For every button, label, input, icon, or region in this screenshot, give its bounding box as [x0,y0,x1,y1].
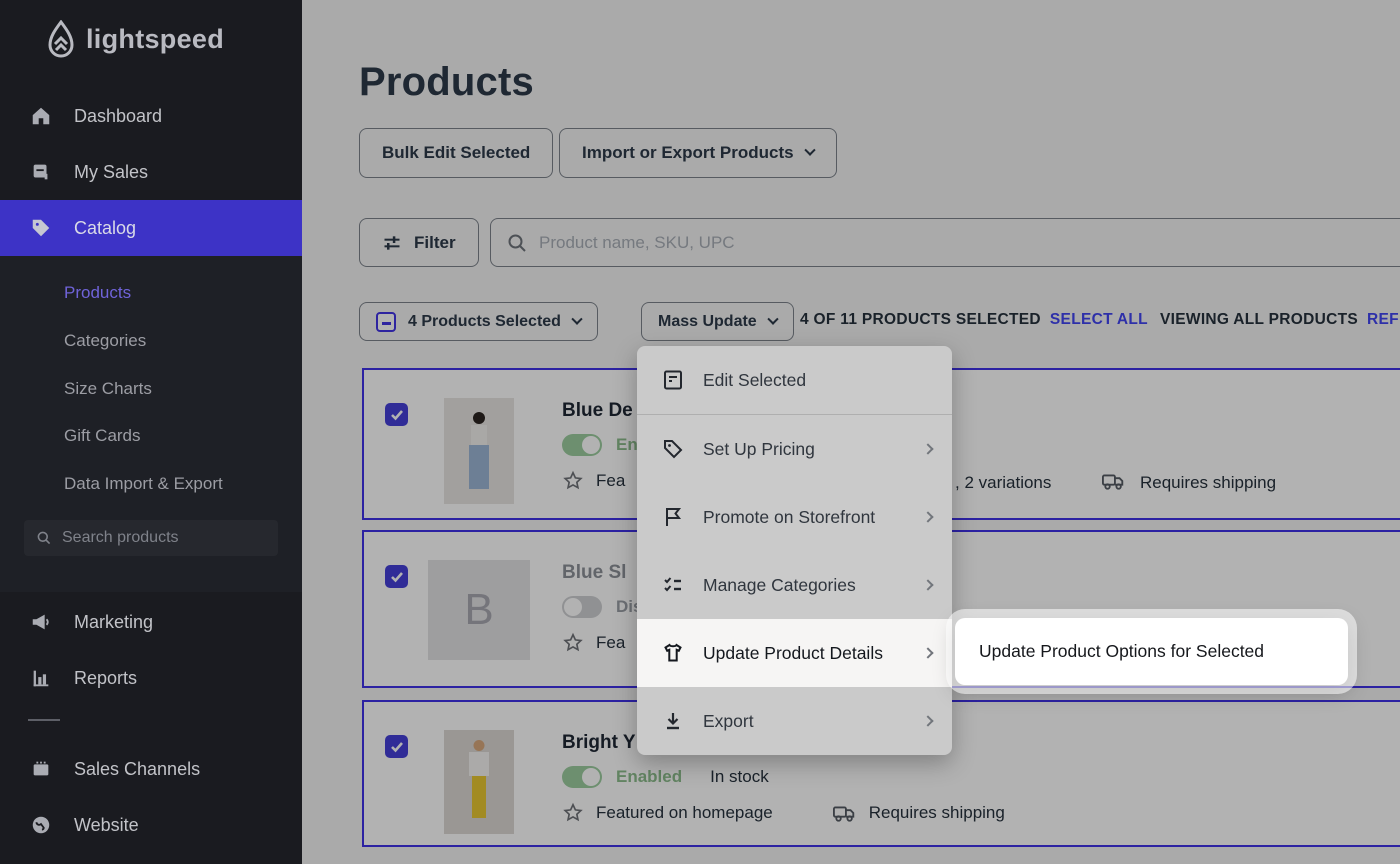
sidebar-item-label: My Sales [74,162,148,183]
menu-item-label: Update Product Details [703,643,906,664]
sidebar-item-label: Catalog [74,218,136,239]
sidebar-subitem-size-charts[interactable]: Size Charts [64,379,152,399]
home-icon [30,105,52,127]
search-icon [36,530,52,546]
sidebar-item-label: Website [74,815,139,836]
sidebar-subitem-data-import-export[interactable]: Data Import & Export [64,474,223,494]
sidebar-divider [28,719,60,721]
sidebar-subitem-products[interactable]: Products [64,283,131,303]
storefront-icon [30,758,52,780]
menu-item-promote-on-storefront[interactable]: Promote on Storefront [637,483,952,551]
lightspeed-logo: lightspeed [46,20,224,58]
bar-chart-icon [30,667,52,689]
logo-wordmark: lightspeed [86,24,224,55]
catalog-subpanel: Products Categories Size Charts Gift Car… [0,256,302,592]
chevron-right-icon [922,511,933,522]
menu-item-export[interactable]: Export [637,687,952,755]
sidebar-item-label: Dashboard [74,106,162,127]
download-icon [661,709,685,733]
globe-icon [30,814,52,836]
checklist-icon [661,573,685,597]
sidebar-item-label: Reports [74,668,137,689]
sidebar-item-catalog[interactable]: Catalog [0,200,302,256]
tshirt-icon [661,641,685,665]
sidebar-item-label: Sales Channels [74,759,200,780]
sidebar-search[interactable] [24,520,278,556]
megaphone-icon [30,611,52,633]
menu-item-label: Set Up Pricing [703,439,906,460]
chevron-right-icon [922,579,933,590]
tag-icon [661,437,685,461]
main-content: Products Bulk Edit Selected Import or Ex… [302,0,1400,864]
menu-item-manage-categories[interactable]: Manage Categories [637,551,952,619]
sidebar-item-dashboard[interactable]: Dashboard [0,88,302,144]
sidebar-item-reports[interactable]: Reports [0,650,302,706]
tag-icon [30,217,52,239]
sidebar-subitem-categories[interactable]: Categories [64,331,146,351]
chevron-right-icon [922,443,933,454]
menu-item-label: Edit Selected [703,370,932,391]
receipt-icon [30,161,52,183]
chevron-right-icon [922,715,933,726]
sidebar-subitem-gift-cards[interactable]: Gift Cards [64,426,141,446]
menu-item-update-product-details[interactable]: Update Product Details [637,619,952,687]
sidebar: lightspeed Dashboard My Sales Catalog [0,0,302,864]
flag-icon [661,505,685,529]
menu-item-label: Export [703,711,906,732]
sidebar-item-website[interactable]: Website [0,797,302,853]
submenu-update-product-options[interactable]: Update Product Options for Selected [955,618,1348,685]
sidebar-item-sales-channels[interactable]: Sales Channels [0,741,302,797]
sidebar-search-input[interactable] [62,529,242,547]
lightspeed-flame-icon [46,20,76,58]
sidebar-item-marketing[interactable]: Marketing [0,594,302,650]
chevron-right-icon [922,647,933,658]
app-window: lightspeed Dashboard My Sales Catalog [0,0,1400,864]
sidebar-item-my-sales[interactable]: My Sales [0,144,302,200]
menu-item-set-up-pricing[interactable]: Set Up Pricing [637,415,952,483]
submenu-item-label: Update Product Options for Selected [979,641,1264,662]
menu-item-label: Manage Categories [703,575,906,596]
form-icon [661,368,685,392]
mass-update-menu: Edit Selected Set Up Pricing Promote on … [637,346,952,755]
menu-item-edit-selected[interactable]: Edit Selected [637,346,952,414]
menu-item-label: Promote on Storefront [703,507,906,528]
sidebar-item-label: Marketing [74,612,153,633]
